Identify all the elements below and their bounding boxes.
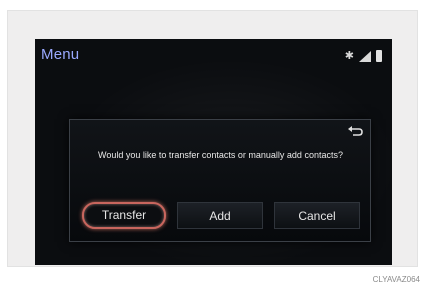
dialog-button-row: Transfer Add Cancel <box>82 202 360 229</box>
back-arrow-icon[interactable] <box>348 125 364 137</box>
dialog-message: Would you like to transfer contacts or m… <box>98 150 343 160</box>
figure-caption: CLYAVAZ064 <box>372 275 420 284</box>
cancel-button[interactable]: Cancel <box>274 202 360 229</box>
bluetooth-icon: ✱ <box>344 50 354 62</box>
add-button[interactable]: Add <box>177 202 263 229</box>
transfer-contacts-dialog: Would you like to transfer contacts or m… <box>69 119 371 242</box>
battery-icon <box>376 50 382 62</box>
signal-icon <box>359 51 371 62</box>
status-bar: ✱ <box>345 48 382 62</box>
screen-title: Menu <box>41 46 80 63</box>
head-unit-screen: Menu ✱ Would you like to transfer contac… <box>35 39 392 265</box>
transfer-button[interactable]: Transfer <box>82 202 166 229</box>
